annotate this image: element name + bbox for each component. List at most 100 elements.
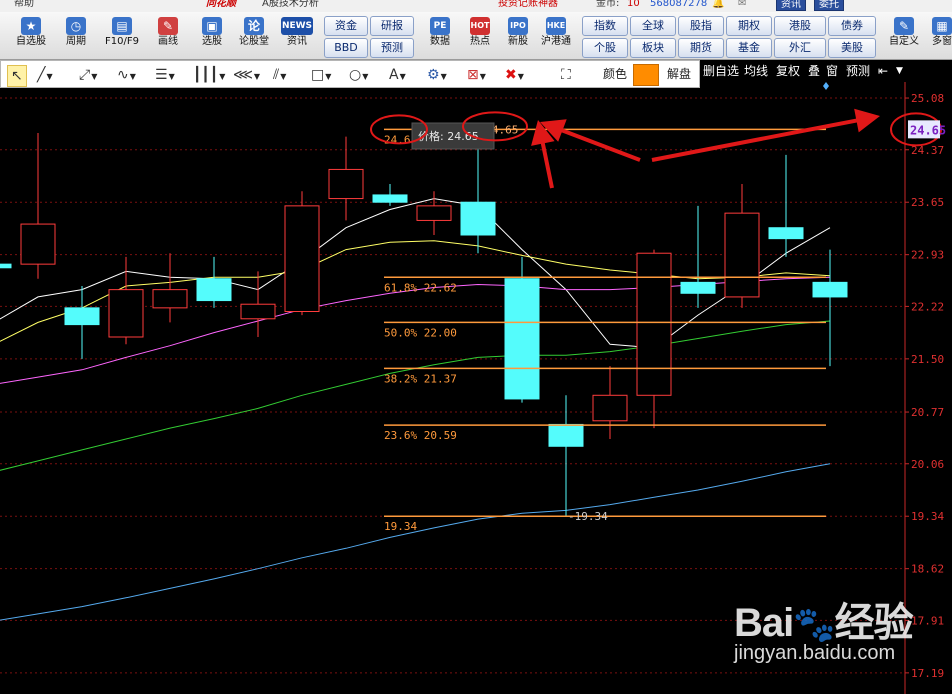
lock-icon: ⛶ [561, 67, 571, 83]
tab-overlay[interactable]: 叠 [808, 63, 820, 79]
color-label: 颜色 [603, 67, 628, 81]
tab-moving-average[interactable]: 均线 [744, 63, 768, 79]
ray-icon: ⤢ [79, 67, 91, 83]
y-tick-label: 22.93 [911, 249, 944, 262]
favorites-button[interactable]: ★ 自选股 [10, 15, 52, 57]
fib-label: 61.8% 22.62 [384, 281, 457, 294]
candle-body [152, 289, 188, 309]
chevron-down-icon[interactable]: ▼ [896, 63, 903, 79]
rectangle-icon: □ [311, 67, 325, 83]
market-stock-pill[interactable]: 个股 [582, 38, 628, 58]
stock-picker-button[interactable]: ▣ 选股 [192, 15, 232, 57]
tab-window[interactable]: 窗 [826, 63, 838, 79]
y-tick-label: 21.50 [911, 353, 944, 366]
news-center-button[interactable]: NEWS 资讯 [278, 15, 316, 57]
market-options-pill[interactable]: 期权 [726, 16, 772, 36]
candle-body [416, 205, 452, 221]
coins-value: 10 [627, 0, 640, 9]
chevron-down-icon: ▼ [280, 72, 287, 81]
market-global-pill[interactable]: 全球 [630, 16, 676, 36]
annotation-arrow [651, 108, 880, 162]
forum-button[interactable]: 论 论股堂 [234, 15, 274, 57]
current-price-text: 24.65 [910, 123, 946, 137]
bbd-pill[interactable]: BBD [324, 38, 368, 58]
candle-body [196, 278, 232, 302]
fib-label: 38.2% 21.37 [384, 372, 457, 385]
stock-terminal-window: 帮助 同花顺 A股技术分析 投资记账神器 金币: 10 568087278 🔔 … [0, 0, 952, 694]
market-us-pill[interactable]: 美股 [828, 38, 876, 58]
draw-line-button[interactable]: ✎ 画线 [148, 15, 188, 57]
collapse-icon[interactable]: ⇤ [878, 63, 888, 79]
chevron-down-icon: ▼ [479, 72, 486, 81]
chevron-down-icon: ▼ [219, 72, 226, 81]
main-toolbar: ★ 自选股 ◷ 周期 ▤ F10/F9 ✎ 画线 ▣ 选股 论 论股堂 NEWS… [0, 12, 952, 60]
data-button[interactable]: PE 数据 [420, 15, 460, 57]
unlock-button[interactable]: 解盘 [667, 64, 691, 84]
sse-hke-icon: HKE [546, 17, 566, 35]
candle-body [724, 212, 760, 298]
stock-picker-icon: ▣ [202, 17, 222, 35]
market-fund-pill[interactable]: 基金 [726, 38, 772, 58]
candle-body [504, 278, 540, 400]
chevron-down-icon: ▼ [362, 72, 369, 81]
hk-connect-button[interactable]: HKE 沪港通 [536, 15, 576, 57]
market-futures-pill[interactable]: 期货 [678, 38, 724, 58]
candle-body [0, 263, 12, 269]
forecast-pill[interactable]: 预测 [370, 38, 414, 58]
research-pill[interactable]: 研报 [370, 16, 414, 36]
chart-options-tabs: 删自选 均线 复权 叠 窗 预测 ⇤ ▼ [700, 60, 952, 82]
hot-icon: HOT [470, 17, 490, 35]
title-bar: 帮助 同花顺 A股技术分析 投资记账神器 金币: 10 568087278 🔔 … [0, 0, 952, 12]
candle-body [372, 194, 408, 203]
f10-button[interactable]: ▤ F10/F9 [100, 15, 144, 57]
tab-remove-favorite[interactable]: 删自选 [703, 63, 739, 79]
multi-window-button[interactable]: ▦ 多窗 [928, 15, 952, 57]
star-icon: ★ [21, 17, 41, 35]
market-hk-pill[interactable]: 港股 [774, 16, 826, 36]
chevron-down-icon: ▼ [517, 72, 524, 81]
customize-icon: ✎ [894, 17, 914, 35]
tab-forecast[interactable]: 预测 [846, 63, 870, 79]
mail-icon[interactable]: ✉ [738, 0, 746, 9]
market-sector-pill[interactable]: 板块 [630, 38, 676, 58]
fib-label: 19.34 [384, 520, 417, 533]
ma-line [0, 463, 831, 621]
market-forex-pill[interactable]: 外汇 [774, 38, 826, 58]
promo-link[interactable]: 投资记账神器 [498, 0, 558, 9]
customize-button[interactable]: ✎ 自定义 [884, 15, 924, 57]
y-tick-label: 20.06 [911, 458, 944, 471]
market-stock-index-pill[interactable]: 股指 [678, 16, 724, 36]
tab-adjust[interactable]: 复权 [776, 63, 800, 79]
candle-body [548, 423, 584, 447]
menu-help[interactable]: 帮助 [14, 0, 34, 9]
watermark-logo: Bai🐾经验 [734, 601, 914, 645]
candle-body [812, 281, 848, 298]
baidu-jingyan-watermark: Bai🐾经验 jingyan.baidu.com [734, 590, 914, 664]
y-tick-label: 17.91 [911, 614, 944, 627]
fib-label: 23.6% 20.59 [384, 429, 457, 442]
market-index-pill[interactable]: 指数 [582, 16, 628, 36]
candle-body [768, 227, 804, 240]
trade-button[interactable]: 委托 [814, 0, 844, 11]
f10-icon: ▤ [112, 17, 132, 35]
bell-icon[interactable]: 🔔 [712, 0, 724, 9]
y-tick-label: 22.22 [911, 300, 944, 313]
window-title: A股技术分析 [262, 0, 319, 9]
coins-label: 金币: [596, 0, 620, 9]
news-button[interactable]: 资讯 [776, 0, 806, 11]
cycle-lines-icon: ┃┃┃ [193, 67, 219, 83]
text-icon: A [389, 67, 399, 83]
channel-icon: ☰ [155, 67, 168, 83]
fib-label: 50.0% 22.00 [384, 326, 457, 339]
y-tick-label: 19.34 [911, 510, 944, 523]
candle-body [284, 205, 320, 312]
ipo-button[interactable]: IPO 新股 [500, 15, 536, 57]
chevron-down-icon: ▼ [325, 72, 332, 81]
period-button[interactable]: ◷ 周期 [56, 15, 96, 57]
chevron-down-icon: ▼ [253, 72, 261, 81]
candle-body [240, 303, 276, 320]
gear-icon: ⚙ [427, 67, 440, 83]
hot-button[interactable]: HOT 热点 [462, 15, 498, 57]
market-bond-pill[interactable]: 债券 [828, 16, 876, 36]
capital-pill[interactable]: 资金 [324, 16, 368, 36]
